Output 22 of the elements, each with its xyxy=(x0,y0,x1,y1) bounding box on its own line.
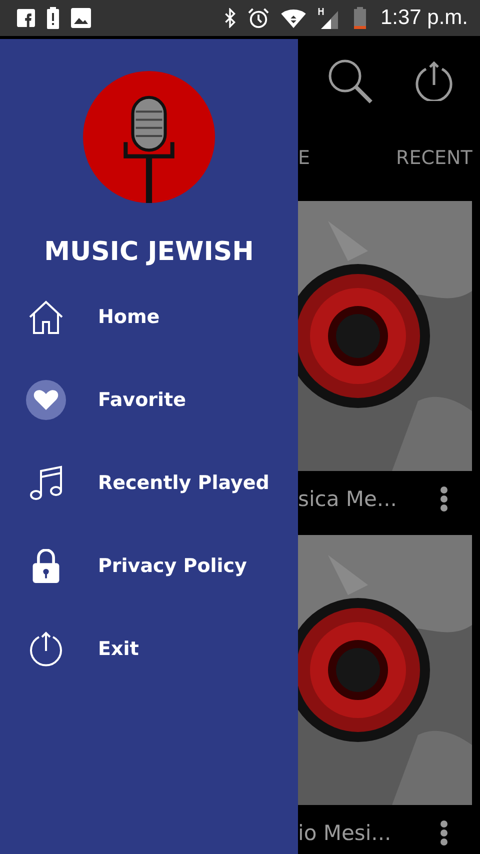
status-time: 1:37 p.m. xyxy=(380,6,468,30)
battery-alert-icon xyxy=(47,7,59,29)
wifi-icon xyxy=(281,8,306,28)
tab[interactable]: E xyxy=(298,147,310,169)
menu-item[interactable]: Recently Played xyxy=(0,441,298,524)
menu-item[interactable]: Favorite xyxy=(0,358,298,441)
menu-item[interactable]: Home xyxy=(0,275,298,358)
track-title: io Mesi... xyxy=(298,821,392,845)
app-title: MUSIC JEWISH xyxy=(43,237,255,267)
more-options-icon[interactable] xyxy=(440,486,448,512)
tab[interactable]: RECENT xyxy=(396,147,472,169)
bluetooth-icon xyxy=(224,8,236,28)
alarm-icon xyxy=(248,8,270,28)
menu-item[interactable]: Privacy Policy xyxy=(0,524,298,607)
battery-icon xyxy=(354,7,366,29)
menu-item[interactable]: Exit xyxy=(0,607,298,690)
image-icon xyxy=(71,8,91,28)
power-icon[interactable] xyxy=(414,61,454,101)
more-options-icon[interactable] xyxy=(440,820,448,846)
track-title: sica Me... xyxy=(298,487,397,511)
facebook-icon xyxy=(17,9,35,27)
search-icon[interactable] xyxy=(326,58,372,104)
